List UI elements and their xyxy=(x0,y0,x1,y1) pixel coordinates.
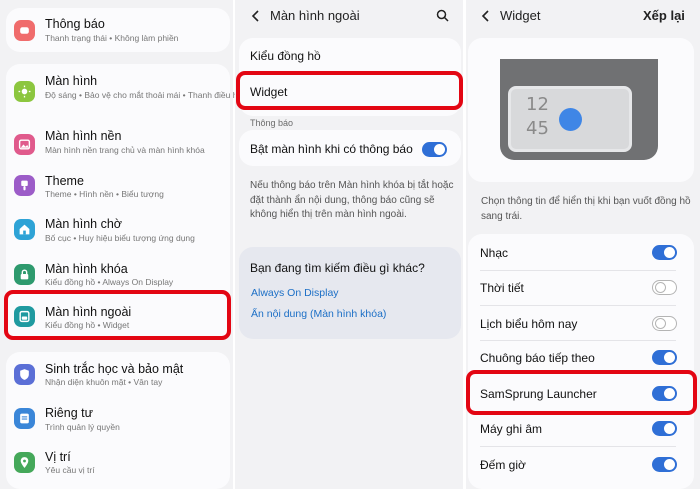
widget-item-music: Nhạc xyxy=(480,246,509,260)
bell-icon xyxy=(14,20,35,41)
suggest-title: Bạn đang tìm kiếm điều gì khác? xyxy=(250,261,425,275)
search-icon[interactable] xyxy=(436,9,449,22)
cover-description: Nếu thông báo trên Màn hình khóa bị tắt … xyxy=(250,180,454,220)
settings-item-label: Màn hình nền xyxy=(45,129,122,143)
turn-on-toggle[interactable] xyxy=(422,142,447,157)
highlight-cover-screen xyxy=(4,290,231,340)
settings-item-label: Riêng tư xyxy=(45,406,93,420)
widget-item-next-alarm: Chuông báo tiếp theo xyxy=(480,351,595,365)
divider xyxy=(480,270,676,271)
image-icon xyxy=(14,134,35,155)
link-hide-content[interactable]: Ẩn nội dung (Màn hình khóa) xyxy=(251,308,386,320)
widget-preview: 12 45 xyxy=(500,59,658,160)
preview-dot xyxy=(559,108,582,131)
highlight-samsprung xyxy=(466,370,697,415)
page-title: Widget xyxy=(500,8,541,23)
divider xyxy=(480,446,676,447)
divider xyxy=(480,340,676,341)
clock-style-item[interactable]: Kiểu đồng hồ xyxy=(250,49,321,63)
highlight-widget xyxy=(236,71,463,110)
widget-item-timer: Đếm giờ xyxy=(480,458,526,472)
reorder-button[interactable]: Xếp lại xyxy=(643,8,685,23)
toggle-next-alarm[interactable] xyxy=(652,350,677,365)
widget-item-voice-recorder: Máy ghi âm xyxy=(480,422,543,436)
settings-item-label: Màn hình khóa xyxy=(45,262,128,276)
lock-icon xyxy=(14,264,35,285)
page-title: Màn hình ngoài xyxy=(270,8,360,23)
settings-item-label: Theme xyxy=(45,174,84,188)
location-icon xyxy=(14,452,35,473)
settings-item-label: Màn hình xyxy=(45,74,98,88)
widget-item-schedule: Lịch biểu hôm nay xyxy=(480,317,578,331)
turn-on-label: Bật màn hình khi có thông báo xyxy=(250,142,413,156)
widget-item-weather: Thời tiết xyxy=(480,281,524,295)
preview-minute: 45 xyxy=(526,118,549,139)
section-notifications: Thông báo xyxy=(250,118,294,128)
brush-icon xyxy=(14,175,35,196)
divider xyxy=(480,305,676,306)
back-arrow-icon[interactable] xyxy=(249,9,263,23)
settings-item-label: Màn hình chờ xyxy=(45,217,122,231)
widget-preview-clock-card: 12 45 xyxy=(508,86,632,152)
toggle-music[interactable] xyxy=(652,245,677,260)
privacy-icon xyxy=(14,408,35,429)
widget-hint: Chọn thông tin để hiển thị khi bạn vuốt … xyxy=(481,196,691,222)
settings-item-label: Vị trí xyxy=(45,450,71,464)
preview-hour: 12 xyxy=(526,94,549,115)
shield-icon xyxy=(14,364,35,385)
toggle-weather[interactable] xyxy=(652,280,677,295)
settings-card-notifications xyxy=(6,8,230,52)
toggle-schedule[interactable] xyxy=(652,316,677,331)
back-arrow-icon[interactable] xyxy=(479,9,493,23)
sun-icon xyxy=(14,81,35,102)
toggle-timer[interactable] xyxy=(652,457,677,472)
toggle-voice-recorder[interactable] xyxy=(652,421,677,436)
home-icon xyxy=(14,219,35,240)
settings-item-label: Thông báo xyxy=(45,17,105,31)
link-always-on-display[interactable]: Always On Display xyxy=(251,287,339,299)
settings-item-label: Sinh trắc học và bảo mật xyxy=(45,362,184,376)
